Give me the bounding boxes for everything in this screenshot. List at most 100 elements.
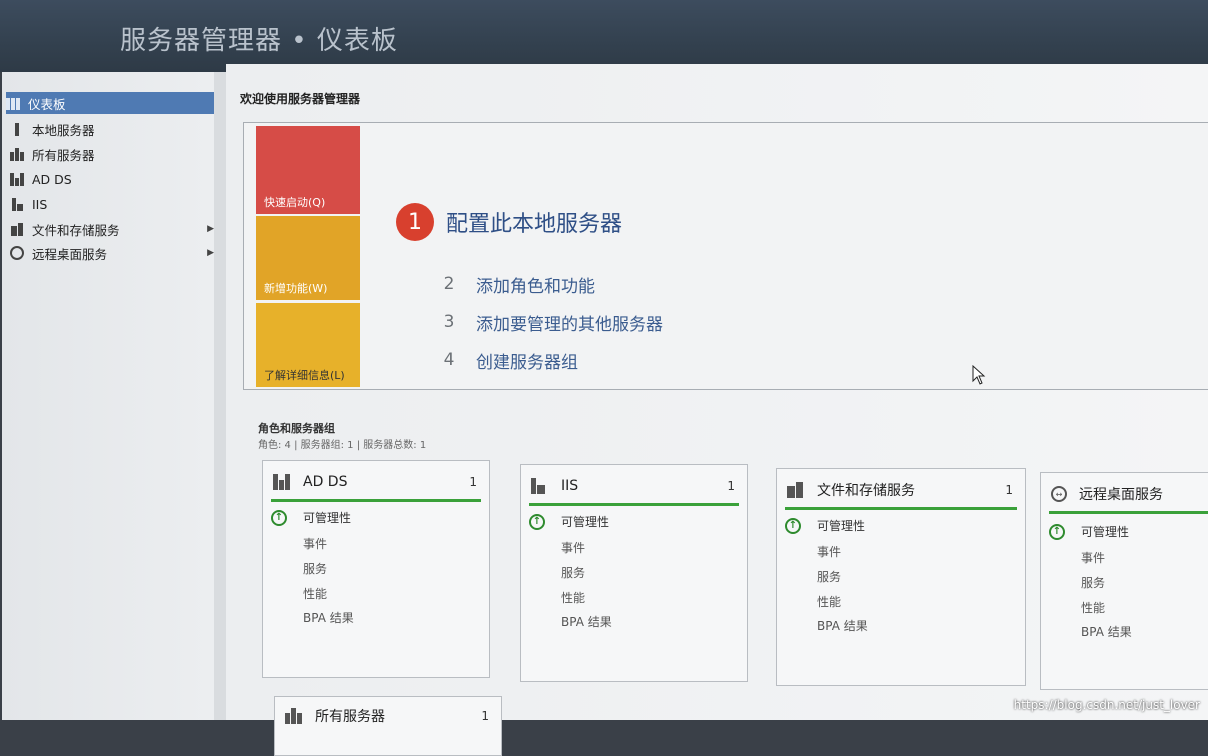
row-services[interactable]: 服务 (1081, 574, 1105, 591)
row-label: 可管理性 (817, 519, 866, 533)
row-performance[interactable]: 性能 (303, 585, 327, 602)
card-count: 1 (469, 475, 477, 489)
step-add-servers[interactable]: 3 添加要管理的其他服务器 (434, 307, 663, 337)
arrow-up-ok-icon: ↑ (785, 517, 801, 534)
status-bar (785, 507, 1017, 510)
sidebar-item-ad-ds[interactable]: AD DS (10, 168, 214, 190)
row-events[interactable]: 事件 (817, 543, 841, 560)
card-header: 文件和存储服务 1 (787, 479, 1017, 501)
storage-icon (787, 482, 805, 498)
sidebar-item-label: 仪表板 (28, 96, 66, 112)
row-label: 可管理性 (303, 511, 352, 525)
sidebar-item-iis[interactable]: IIS (10, 193, 214, 215)
step-add-roles[interactable]: 2 添加角色和功能 (434, 269, 595, 299)
card-title: 远程桌面服务 (1079, 487, 1163, 503)
row-performance[interactable]: 性能 (561, 589, 585, 606)
roles-title: 角色和服务器组 (258, 422, 335, 435)
tile-quick-start[interactable]: 快速启动(Q) (256, 126, 360, 214)
remote-desktop-icon (10, 246, 24, 260)
row-bpa[interactable]: BPA 结果 (1081, 623, 1132, 640)
sidebar-item-label: 远程桌面服务 (32, 246, 108, 262)
welcome-title: 欢迎使用服务器管理器 (240, 92, 361, 106)
role-card-file-storage[interactable]: 文件和存储服务 1 ↑ 可管理性 事件 服务 性能 BPA 结果 (776, 468, 1026, 686)
status-bar (271, 499, 481, 502)
tile-whats-new[interactable]: 新增功能(W) (256, 216, 360, 300)
role-card-all-servers[interactable]: 所有服务器 1 (274, 696, 502, 756)
role-card-ad-ds[interactable]: AD DS 1 ↑ 可管理性 事件 服务 性能 BPA 结果 (262, 460, 490, 678)
sidebar-item-label: 所有服务器 (32, 147, 95, 163)
card-title: 文件和存储服务 (817, 483, 915, 499)
card-header: ↔ 远程桌面服务 (1051, 483, 1208, 505)
row-bpa[interactable]: BPA 结果 (303, 609, 354, 626)
sidebar-item-remote-desktop[interactable]: 远程桌面服务 ▶ (10, 242, 214, 264)
card-header: 所有服务器 1 (285, 705, 493, 727)
role-card-iis[interactable]: IIS 1 ↑ 可管理性 事件 服务 性能 BPA 结果 (520, 464, 748, 682)
sidebar-item-label: 文件和存储服务 (32, 222, 120, 238)
row-services[interactable]: 服务 (817, 568, 841, 585)
card-header: IIS 1 (531, 475, 739, 497)
card-count: 1 (481, 709, 489, 723)
card-header: AD DS 1 (273, 471, 481, 493)
server-icon (10, 122, 24, 136)
iis-icon (531, 478, 549, 494)
row-bpa[interactable]: BPA 结果 (561, 613, 612, 630)
window-title: 服务器管理器 • 仪表板 (120, 26, 398, 56)
row-events[interactable]: 事件 (561, 539, 585, 556)
role-card-remote-desktop[interactable]: ↔ 远程桌面服务 ↑ 可管理性 事件 服务 性能 BPA 结果 (1040, 472, 1208, 690)
card-title: 所有服务器 (315, 709, 385, 725)
step-number: 4 (443, 350, 455, 370)
sidebar-item-label: AD DS (32, 171, 72, 187)
servers-icon (10, 147, 24, 161)
row-label: 可管理性 (561, 515, 610, 529)
step-label: 添加角色和功能 (476, 276, 595, 297)
status-bar (1049, 511, 1208, 514)
tile-learn-more[interactable]: 了解详细信息(L) (256, 303, 360, 387)
card-count: 1 (1005, 483, 1013, 497)
row-services[interactable]: 服务 (561, 564, 585, 581)
row-manageability[interactable]: ↑ 可管理性 (271, 509, 351, 526)
expand-arrow-icon[interactable]: ▶ (207, 224, 214, 234)
row-label: 可管理性 (1081, 525, 1130, 539)
row-events[interactable]: 事件 (303, 535, 327, 552)
step-label: 添加要管理的其他服务器 (476, 314, 663, 335)
step-label: 配置此本地服务器 (446, 212, 623, 237)
row-services[interactable]: 服务 (303, 560, 327, 577)
sidebar-item-dashboard[interactable]: 仪表板 (6, 92, 214, 114)
sidebar: 仪表板 本地服务器 所有服务器 AD DS IIS 文件和存储服务 ▶ 远程桌面… (2, 72, 214, 720)
step-number: 1 (396, 203, 434, 241)
servers-icon (285, 708, 303, 724)
sidebar-item-all-servers[interactable]: 所有服务器 (10, 143, 214, 165)
sidebar-item-label: IIS (32, 196, 48, 212)
iis-icon (10, 197, 24, 211)
row-manageability[interactable]: ↑ 可管理性 (529, 513, 609, 530)
sidebar-item-label: 本地服务器 (32, 122, 95, 138)
row-performance[interactable]: 性能 (817, 593, 841, 610)
row-performance[interactable]: 性能 (1081, 599, 1105, 616)
pane-divider[interactable] (214, 72, 226, 720)
row-manageability[interactable]: ↑ 可管理性 (785, 517, 865, 534)
main-content: 欢迎使用服务器管理器 快速启动(Q) 新增功能(W) 了解详细信息(L) 1 配… (226, 64, 1208, 756)
card-title: AD DS (303, 474, 348, 490)
arrow-up-ok-icon: ↑ (1049, 523, 1065, 540)
step-number: 3 (443, 312, 455, 332)
expand-arrow-icon[interactable]: ▶ (207, 248, 214, 258)
card-count: 1 (727, 479, 735, 493)
mouse-cursor-icon (972, 365, 986, 385)
sidebar-item-file-storage[interactable]: 文件和存储服务 ▶ (10, 218, 214, 240)
step-label: 创建服务器组 (476, 352, 578, 373)
storage-icon (10, 222, 24, 236)
row-manageability[interactable]: ↑ 可管理性 (1049, 523, 1129, 540)
status-bar (529, 503, 739, 506)
roles-subtitle: 角色: 4 | 服务器组: 1 | 服务器总数: 1 (258, 440, 427, 451)
card-title: IIS (561, 478, 579, 494)
arrow-up-ok-icon: ↑ (529, 513, 545, 530)
dashboard-icon (6, 97, 20, 110)
arrow-up-ok-icon: ↑ (271, 509, 287, 526)
row-bpa[interactable]: BPA 结果 (817, 617, 868, 634)
sidebar-item-local-server[interactable]: 本地服务器 (10, 118, 214, 140)
watermark: https://blog.csdn.net/just_lover (1013, 698, 1200, 712)
row-events[interactable]: 事件 (1081, 549, 1105, 566)
ad-ds-icon (273, 474, 291, 490)
step-configure-local-server[interactable]: 1 配置此本地服务器 (396, 203, 622, 241)
step-create-group[interactable]: 4 创建服务器组 (434, 345, 578, 375)
